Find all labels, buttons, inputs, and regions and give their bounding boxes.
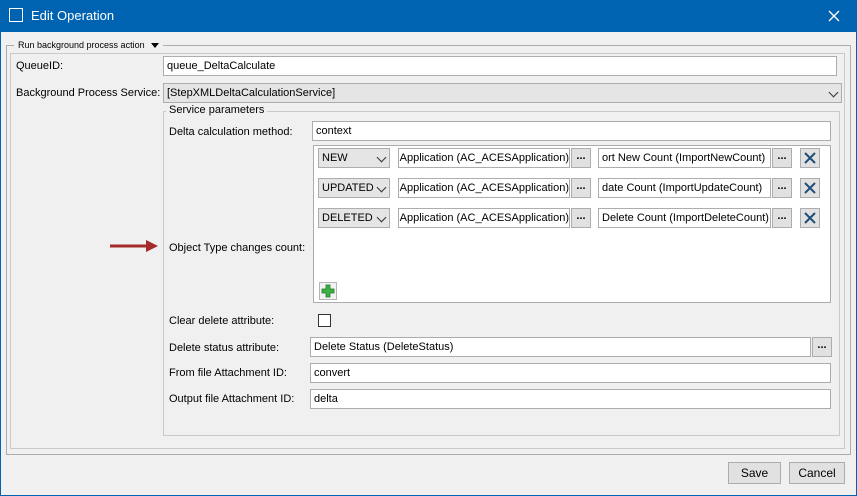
chevron-down-icon: [376, 182, 387, 193]
row-type-value: NEW: [322, 152, 348, 164]
delete-status-browse-button[interactable]: ...: [812, 337, 832, 357]
row-attribute-browse-button[interactable]: ...: [772, 178, 792, 198]
save-button[interactable]: Save: [728, 462, 781, 484]
delta-method-label: Delta calculation method:: [169, 126, 293, 138]
window-title: Edit Operation: [31, 8, 115, 23]
row-object-browse-button[interactable]: ...: [571, 208, 591, 228]
from-file-input[interactable]: convert: [310, 363, 831, 383]
chevron-down-icon: [828, 87, 839, 98]
triangle-down-icon[interactable]: [150, 42, 159, 48]
delete-status-input[interactable]: Delete Status (DeleteStatus): [310, 337, 811, 357]
row-object-browse-button[interactable]: ...: [571, 178, 591, 198]
row-delete-button[interactable]: [800, 148, 820, 168]
row-delete-button[interactable]: [800, 178, 820, 198]
title-bar: Edit Operation: [0, 0, 857, 32]
queue-id-input[interactable]: queue_DeltaCalculate: [163, 56, 837, 76]
row-object-input[interactable]: Application (AC_ACESApplication): [398, 208, 570, 228]
row-type-select[interactable]: UPDATED: [318, 178, 390, 198]
add-row-button[interactable]: [319, 282, 337, 300]
cancel-button[interactable]: Cancel: [789, 462, 845, 484]
delete-icon: [804, 182, 816, 194]
row-attribute-browse-button[interactable]: ...: [772, 208, 792, 228]
row-attribute-input[interactable]: date Count (ImportUpdateCount): [598, 178, 771, 198]
annotation-arrow-icon: [110, 240, 158, 252]
bg-service-label: Background Process Service:: [16, 87, 161, 99]
clear-delete-checkbox[interactable]: [318, 314, 331, 327]
delete-icon: [804, 212, 816, 224]
row-type-select[interactable]: DELETED: [318, 208, 390, 228]
service-params-legend: Service parameters: [166, 104, 268, 116]
clear-delete-label: Clear delete attribute:: [169, 315, 275, 327]
delete-icon: [804, 152, 816, 164]
window-icon: [9, 8, 23, 22]
plus-icon: [321, 284, 335, 298]
delta-method-input[interactable]: context: [312, 121, 831, 141]
close-icon: [828, 10, 840, 22]
row-object-input[interactable]: Application (AC_ACESApplication): [398, 178, 570, 198]
close-button[interactable]: [811, 0, 857, 32]
bg-service-select[interactable]: [StepXMLDeltaCalculationService]: [163, 83, 842, 103]
row-attribute-browse-button[interactable]: ...: [772, 148, 792, 168]
row-object-input[interactable]: Application (AC_ACESApplication): [398, 148, 570, 168]
row-type-select[interactable]: NEW: [318, 148, 390, 168]
row-type-value: DELETED: [322, 212, 373, 224]
object-type-label: Object Type changes count:: [169, 242, 306, 254]
from-file-label: From file Attachment ID:: [169, 367, 287, 379]
delete-status-label: Delete status attribute:: [169, 342, 280, 354]
section-header[interactable]: Run background process action: [14, 38, 163, 52]
output-file-label: Output file Attachment ID:: [169, 393, 295, 405]
row-object-browse-button[interactable]: ...: [571, 148, 591, 168]
queue-id-label: QueueID:: [16, 60, 64, 72]
row-delete-button[interactable]: [800, 208, 820, 228]
row-attribute-input[interactable]: Delete Count (ImportDeleteCount): [598, 208, 771, 228]
chevron-down-icon: [376, 152, 387, 163]
chevron-down-icon: [376, 212, 387, 223]
section-header-label: Run background process action: [18, 40, 145, 50]
bg-service-value: [StepXMLDeltaCalculationService]: [167, 87, 336, 99]
output-file-input[interactable]: delta: [310, 389, 831, 409]
row-type-value: UPDATED: [322, 182, 374, 194]
row-attribute-input[interactable]: ort New Count (ImportNewCount): [598, 148, 771, 168]
